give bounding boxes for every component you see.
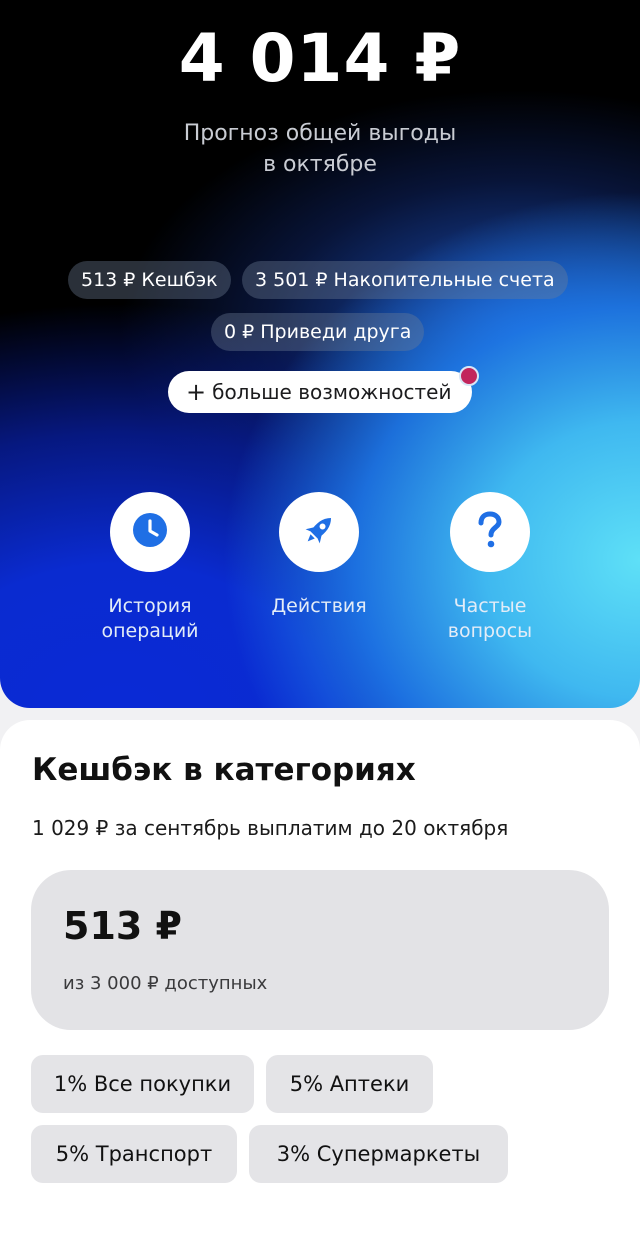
action-operations-history[interactable]: История операций (60, 492, 240, 644)
rocket-icon (299, 510, 339, 554)
faq-button[interactable] (450, 492, 530, 572)
total-benefit-amount: 4 014 ₽ (178, 20, 462, 97)
label-line-2: операций (101, 620, 199, 642)
category-all-purchases[interactable]: 1% Все покупки (31, 1055, 254, 1113)
more-opportunities-button[interactable]: + больше возможностей (168, 371, 472, 413)
action-faq[interactable]: Частые вопросы (400, 492, 580, 644)
operations-history-button[interactable] (110, 492, 190, 572)
chip-refer-friend[interactable]: 0 ₽ Приведи друга (211, 313, 425, 351)
more-opportunities-label: больше возможностей (212, 380, 452, 404)
cashback-payout-note: 1 029 ₽ за сентябрь выплатим до 20 октяб… (32, 816, 509, 840)
label-line-1: Действия (271, 595, 367, 617)
caption-line-2: в октябре (263, 152, 377, 177)
operations-history-label: История операций (60, 594, 240, 644)
category-supermarkets[interactable]: 3% Супермаркеты (249, 1125, 508, 1183)
category-pharmacies[interactable]: 5% Аптеки (266, 1055, 433, 1113)
plus-icon: + (186, 378, 207, 406)
chip-cashback[interactable]: 513 ₽ Кешбэк (68, 261, 231, 299)
notification-dot (459, 366, 479, 386)
cashback-summary[interactable]: 513 ₽ из 3 000 ₽ доступных (31, 870, 609, 1030)
action-actions[interactable]: Действия (229, 492, 409, 619)
actions-button[interactable] (279, 492, 359, 572)
chip-savings-accounts[interactable]: 3 501 ₽ Накопительные счета (242, 261, 568, 299)
actions-label: Действия (229, 594, 409, 619)
label-line-1: История (108, 595, 192, 617)
caption-line-1: Прогноз общей выгоды (183, 121, 457, 146)
clock-icon (131, 511, 169, 553)
category-transport[interactable]: 5% Транспорт (31, 1125, 237, 1183)
question-icon (472, 510, 508, 554)
faq-label: Частые вопросы (400, 594, 580, 644)
total-benefit-caption: Прогноз общей выгоды в октябре (0, 118, 640, 180)
cashback-title: Кешбэк в категориях (32, 752, 416, 788)
cashback-amount: 513 ₽ (63, 904, 182, 948)
label-line-1: Частые (453, 595, 527, 617)
hero-panel: 4 014 ₽ Прогноз общей выгоды в октябре 5… (0, 0, 640, 708)
label-line-2: вопросы (447, 620, 533, 642)
cashback-available: из 3 000 ₽ доступных (63, 973, 268, 994)
